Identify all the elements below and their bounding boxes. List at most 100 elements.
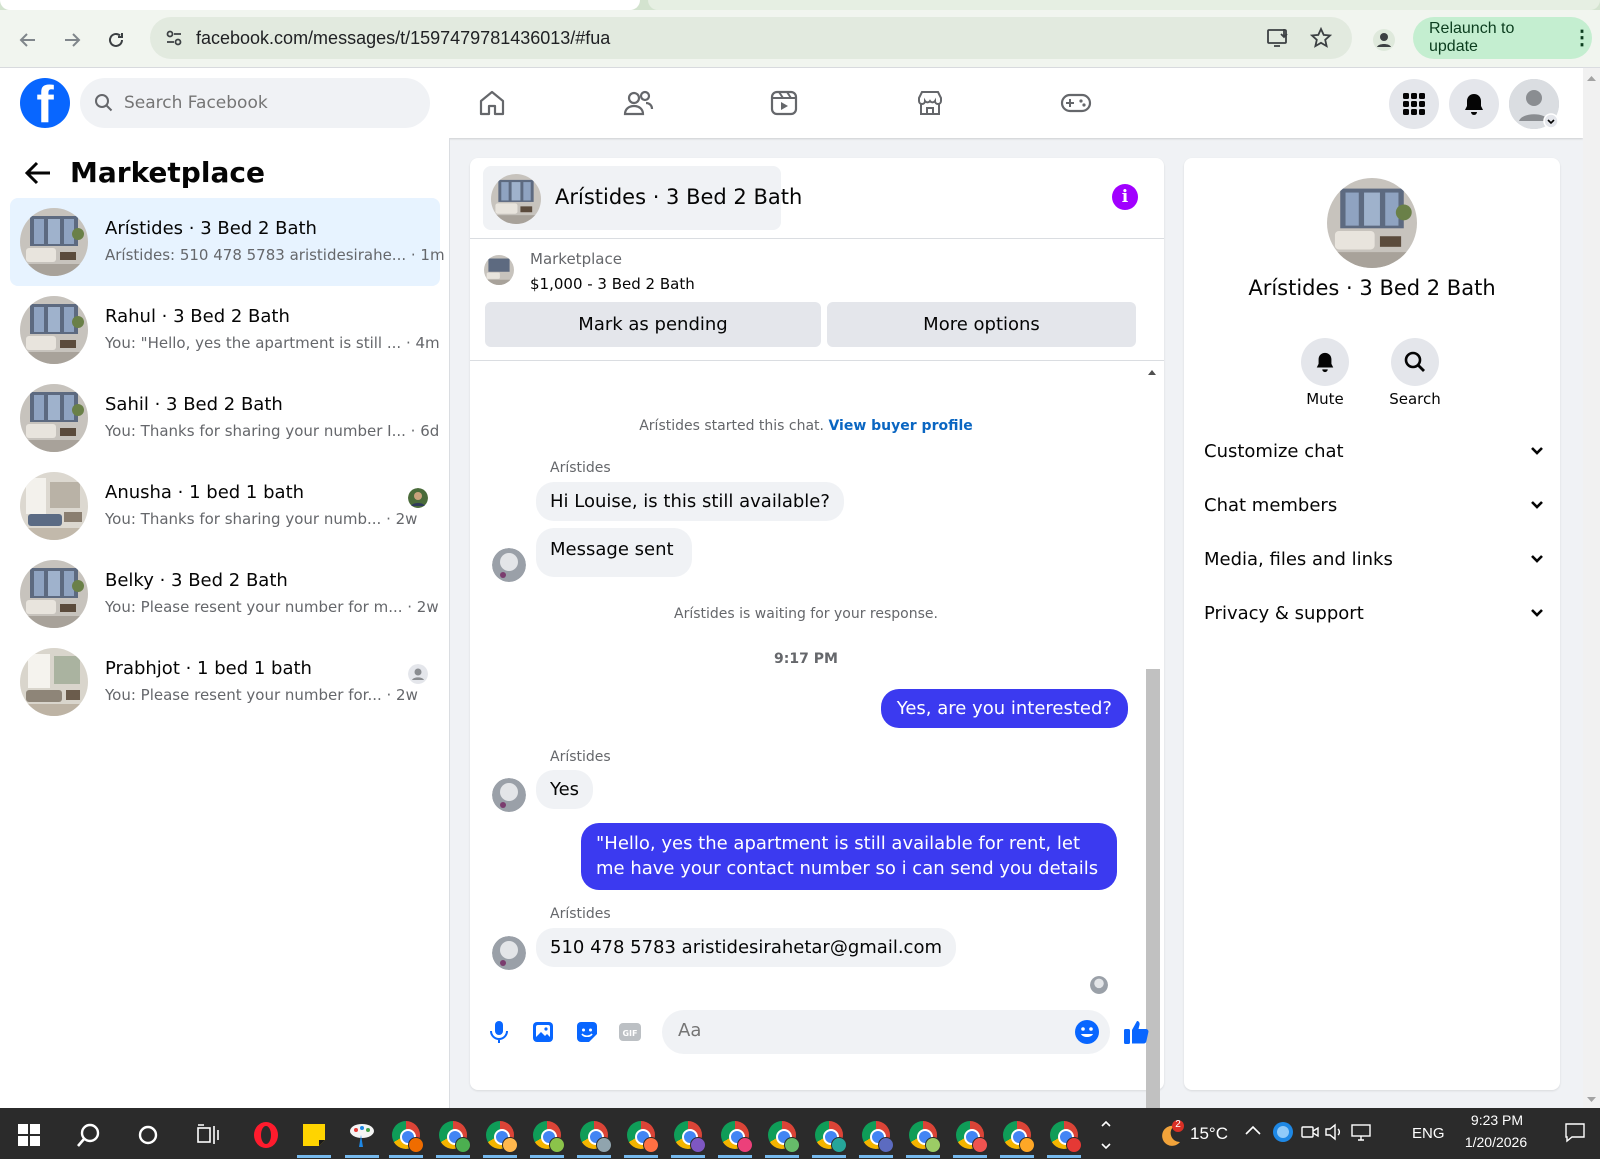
incoming-message[interactable]: 510 478 5783 aristidesirahetar@gmail.com <box>536 928 956 967</box>
url-text[interactable]: facebook.com/messages/t/1597479781436013… <box>196 28 610 49</box>
message-composer[interactable] <box>662 1010 1110 1054</box>
conversation-item[interactable]: Anusha · 1 bed 1 bath You: Thanks for sh… <box>10 462 440 550</box>
menu-grid-icon[interactable] <box>1389 79 1439 129</box>
chrome-profile-icon[interactable] <box>812 1118 847 1158</box>
more-vert-icon[interactable]: ⋮ <box>1572 28 1592 48</box>
paint-icon[interactable] <box>345 1118 379 1158</box>
search-icon[interactable] <box>72 1118 106 1152</box>
opera-icon[interactable] <box>249 1118 283 1152</box>
facebook-search-box[interactable] <box>80 78 430 128</box>
home-nav-icon[interactable] <box>437 76 547 130</box>
mute-button[interactable] <box>1301 338 1349 386</box>
clock-time[interactable]: 9:23 PM <box>1462 1112 1532 1128</box>
gif-icon[interactable]: GIF <box>618 1020 642 1048</box>
chrome-profile-icon[interactable] <box>859 1118 894 1158</box>
chrome-profile-icon[interactable] <box>577 1118 612 1158</box>
network-icon[interactable] <box>1350 1122 1372 1147</box>
chrome-profile-icon[interactable] <box>906 1118 941 1158</box>
address-bar[interactable]: facebook.com/messages/t/1597479781436013… <box>150 17 1352 59</box>
scrollbar-thumb[interactable] <box>1146 669 1160 1147</box>
chevron-up-icon[interactable] <box>1244 1122 1262 1145</box>
incoming-message[interactable]: Hi Louise, is this still available? <box>536 482 844 521</box>
reload-icon[interactable] <box>100 24 132 56</box>
windows-start-icon[interactable] <box>12 1118 46 1152</box>
customize-chat-section[interactable]: Customize chat <box>1204 431 1544 471</box>
back-arrow-icon[interactable] <box>24 160 52 190</box>
sticky-notes-icon[interactable] <box>297 1118 331 1158</box>
conversation-item[interactable]: Sahil · 3 Bed 2 Bath You: Thanks for sha… <box>10 374 440 462</box>
input-language[interactable]: ENG <box>1412 1125 1445 1142</box>
sender-avatar[interactable] <box>492 778 526 812</box>
emoji-icon[interactable] <box>1074 1019 1100 1049</box>
chrome-profile-icon[interactable] <box>1000 1118 1035 1158</box>
chrome-profile-icon[interactable] <box>624 1118 659 1158</box>
search-in-chat-button[interactable] <box>1391 338 1439 386</box>
microphone-icon[interactable] <box>488 1020 510 1048</box>
notifications-icon[interactable] <box>1564 1121 1586 1148</box>
chrome-profile-icon[interactable] <box>483 1118 518 1158</box>
task-view-icon[interactable] <box>191 1118 225 1152</box>
sender-avatar[interactable] <box>492 936 526 970</box>
outgoing-message[interactable]: Yes, are you interested? <box>880 689 1128 728</box>
chrome-profile-icon[interactable] <box>765 1118 800 1158</box>
back-arrow-icon[interactable] <box>12 24 44 56</box>
chrome-profile-icon[interactable] <box>436 1118 471 1158</box>
friends-nav-icon[interactable] <box>583 76 693 130</box>
conversation-item[interactable]: Belky · 3 Bed 2 Bath You: Please resent … <box>10 550 440 638</box>
gaming-nav-icon[interactable] <box>1021 76 1131 130</box>
conversation-item[interactable]: Prabhjot · 1 bed 1 bath You: Please rese… <box>10 638 440 726</box>
active-tab[interactable] <box>0 0 640 10</box>
chrome-profile-icon[interactable] <box>530 1118 565 1158</box>
outgoing-message[interactable]: "Hello, yes the apartment is still avail… <box>581 823 1117 890</box>
incoming-message[interactable]: Yes <box>536 770 594 809</box>
listing-price[interactable]: $1,000 - 3 Bed 2 Bath <box>530 275 695 293</box>
cortana-icon[interactable] <box>131 1118 165 1152</box>
page-scrollbar[interactable] <box>1583 68 1600 1108</box>
info-icon[interactable]: i <box>1112 184 1138 210</box>
chrome-profile-icon[interactable] <box>1047 1118 1082 1158</box>
media-files-links-section[interactable]: Media, files and links <box>1204 539 1544 579</box>
conversation-item[interactable]: Rahul · 3 Bed 2 Bath You: "Hello, yes th… <box>10 286 440 374</box>
mark-as-pending-button[interactable]: Mark as pending <box>485 302 821 347</box>
onedrive-icon[interactable] <box>1272 1121 1294 1148</box>
relaunch-update-button[interactable]: Relaunch to update ⋮ <box>1413 17 1592 59</box>
chat-members-section[interactable]: Chat members <box>1204 485 1544 525</box>
tab[interactable] <box>648 0 1600 10</box>
sender-avatar[interactable] <box>492 548 526 582</box>
account-avatar[interactable] <box>1509 79 1559 129</box>
facebook-search-input[interactable] <box>124 93 404 113</box>
taskbar-overflow-icon[interactable] <box>1098 1118 1114 1152</box>
forward-arrow-icon[interactable] <box>56 24 88 56</box>
weather-temperature[interactable]: 15°C <box>1190 1124 1228 1144</box>
scroll-up-arrow-icon[interactable] <box>1586 74 1597 82</box>
install-app-icon[interactable] <box>1266 27 1290 53</box>
bookmark-star-icon[interactable] <box>1309 26 1333 53</box>
meet-now-icon[interactable] <box>1300 1122 1320 1147</box>
chrome-profile-icon[interactable] <box>953 1118 988 1158</box>
video-nav-icon[interactable] <box>729 76 839 130</box>
chat-header[interactable]: Arístides · 3 Bed 2 Bath <box>483 166 802 230</box>
volume-icon[interactable] <box>1324 1122 1344 1147</box>
weather-moon-icon[interactable]: 2 <box>1154 1118 1186 1150</box>
browser-profile-icon[interactable] <box>1368 24 1400 56</box>
chrome-profile-icon[interactable] <box>389 1118 424 1158</box>
scroll-down-arrow-icon[interactable] <box>1586 1096 1597 1104</box>
site-settings-icon[interactable] <box>164 28 184 48</box>
scroll-up-arrow-icon[interactable] <box>1146 367 1158 377</box>
chrome-profile-icon[interactable] <box>718 1118 753 1158</box>
marketplace-nav-icon[interactable] <box>875 76 985 130</box>
facebook-logo[interactable]: f <box>20 78 70 128</box>
clock-date[interactable]: 1/20/2026 <box>1458 1134 1534 1150</box>
message-input[interactable] <box>678 1020 1058 1041</box>
conversation-item[interactable]: Arístides · 3 Bed 2 Bath Arístides: 510 … <box>10 198 445 286</box>
like-thumb-icon[interactable] <box>1122 1018 1150 1050</box>
listing-avatar-large[interactable] <box>1327 178 1417 268</box>
incoming-message[interactable]: Message sent <box>536 528 692 577</box>
view-buyer-profile-link[interactable]: View buyer profile <box>828 418 972 434</box>
more-options-button[interactable]: More options <box>827 302 1136 347</box>
privacy-support-section[interactable]: Privacy & support <box>1204 593 1544 633</box>
photo-icon[interactable] <box>531 1020 555 1048</box>
sticker-icon[interactable] <box>575 1020 599 1048</box>
notifications-bell-icon[interactable] <box>1449 79 1499 129</box>
chrome-profile-icon[interactable] <box>671 1118 706 1158</box>
